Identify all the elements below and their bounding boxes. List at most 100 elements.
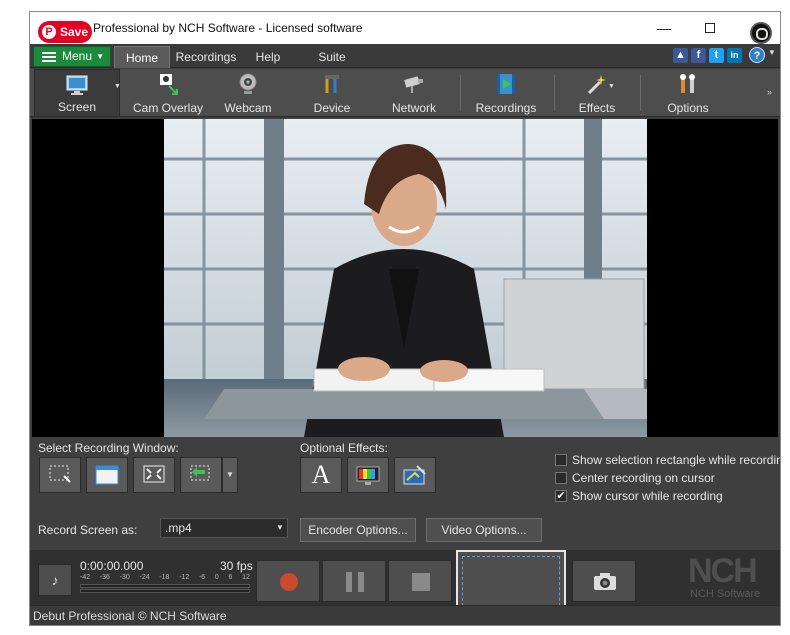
meter-tick-label: 0 (214, 574, 219, 581)
tab-label: Suite (318, 50, 346, 64)
toolbar-effects-button[interactable]: Effects (558, 69, 636, 117)
output-format-value: .mp4 (165, 521, 192, 535)
text-effect-icon: A (311, 460, 331, 489)
selection-preview[interactable] (456, 550, 566, 612)
cam-overlay-icon (160, 74, 178, 95)
color-effect-button[interactable] (347, 457, 389, 493)
maximize-button[interactable] (700, 18, 720, 38)
speaker-icon: ♪ (51, 572, 59, 588)
toolbar-screen-button[interactable]: Screen (34, 69, 120, 117)
select-region-button[interactable] (39, 457, 81, 493)
toolbar-recordings-button[interactable]: Recordings (466, 69, 546, 117)
select-previous-area-button[interactable] (180, 457, 222, 493)
meter-tick-label: -36 (99, 574, 110, 581)
meter-scale: -42 -36 -30 -24 -18 -12 -6 0 6 12 (80, 574, 250, 581)
text-caption-effect-button[interactable]: A (300, 457, 342, 493)
output-format-select[interactable]: .mp4 ▼ (160, 518, 288, 538)
select-recording-window-label: Select Recording Window: (38, 441, 179, 455)
help-icon[interactable]: ? (749, 47, 765, 63)
recording-time: 0:00:00.000 (80, 559, 144, 573)
video-effects-button[interactable] (394, 457, 436, 493)
tab-label: Recordings (175, 50, 237, 64)
camera-icon (594, 573, 616, 590)
select-window-button[interactable] (86, 457, 128, 493)
twitter-icon[interactable]: t (709, 48, 724, 63)
meter-tick-label: -12 (179, 574, 190, 581)
meter-tick-label: -24 (139, 574, 150, 581)
select-fullscreen-button[interactable] (133, 457, 175, 493)
toolbar-webcam-button[interactable]: Webcam (210, 69, 286, 117)
toolbar-divider (640, 75, 641, 111)
toolbar-label: Recordings (475, 101, 537, 115)
facebook-icon[interactable]: f (691, 48, 706, 63)
toolbar-device-button[interactable]: Device (294, 69, 370, 117)
optional-effects-label: Optional Effects: (300, 441, 388, 455)
button-label: Video Options... (441, 523, 527, 537)
preview-area (32, 119, 778, 437)
chevron-down-icon[interactable]: ▼ (114, 83, 121, 90)
hamburger-icon (42, 52, 56, 62)
record-button[interactable] (256, 560, 320, 602)
fullscreen-icon (143, 465, 165, 483)
menu-button-label: Menu (62, 49, 93, 63)
lens-icon[interactable] (750, 22, 772, 44)
toolbar-label: Effects (578, 101, 616, 115)
nch-logo-mark: NCH (688, 552, 758, 590)
select-window-dropdown[interactable]: ▼ (222, 457, 238, 493)
color-adjust-icon (356, 466, 380, 485)
button-label: Encoder Options... (308, 523, 408, 537)
menu-button[interactable]: Menu ▼ (33, 46, 111, 67)
tab-label: Help (255, 50, 281, 64)
center-recording-checkbox[interactable] (555, 472, 567, 484)
tab-suite[interactable]: Suite (310, 46, 354, 68)
chevron-down-icon[interactable]: ▼ (768, 48, 776, 57)
network-camera-icon (404, 76, 423, 93)
record-icon (280, 573, 298, 591)
minimize-button[interactable]: — (654, 18, 674, 38)
meter-tick-label: 12 (242, 574, 250, 581)
meter-bar-left (80, 584, 250, 588)
toolbar-label: Screen (57, 100, 97, 114)
volume-button[interactable]: ♪ (38, 564, 72, 596)
tab-home[interactable]: Home (114, 46, 170, 68)
tab-recordings[interactable]: Recordings (172, 46, 240, 68)
minimize-icon: — (657, 20, 671, 36)
toolbar-label: Network (391, 101, 436, 115)
linkedin-icon[interactable]: in (727, 48, 742, 63)
show-cursor-checkbox[interactable]: ✔ (555, 490, 567, 502)
pause-button[interactable] (322, 560, 386, 602)
meter-tick-label: -30 (119, 574, 130, 581)
toolbar-options-button[interactable]: Options (648, 69, 728, 117)
toolbar-more-icon[interactable]: » (767, 87, 772, 97)
device-icon (325, 75, 339, 93)
thumbs-up-icon[interactable]: ▲ (673, 48, 688, 63)
tab-label: Home (125, 51, 158, 65)
video-options-button[interactable]: Video Options... (426, 518, 542, 542)
options-icon (680, 74, 695, 93)
monitor-icon (66, 75, 88, 95)
record-screen-as-label: Record Screen as: (38, 523, 138, 537)
show-selection-rectangle-checkbox[interactable] (555, 454, 567, 466)
pinterest-save-button[interactable]: P Save (38, 21, 92, 43)
encoder-options-button[interactable]: Encoder Options... (300, 518, 416, 542)
tab-help[interactable]: Help (248, 46, 288, 68)
stop-icon (412, 573, 430, 591)
audio-level-meter: -42 -36 -30 -24 -18 -12 -6 0 6 12 (80, 574, 250, 594)
status-text: Debut Professional © NCH Software (33, 609, 227, 623)
chevron-down-icon[interactable]: ▼ (608, 83, 615, 90)
app-window: P Save Professional by NCH Software - Li… (29, 11, 781, 626)
pinterest-save-label: Save (60, 25, 89, 39)
webcam-icon (239, 73, 257, 94)
toolbar-cam-overlay-button[interactable]: Cam Overlay (126, 69, 210, 117)
snapshot-button[interactable] (572, 560, 636, 602)
toolbar-divider (460, 75, 461, 111)
stop-button[interactable] (388, 560, 452, 602)
meter-tick-label: 6 (228, 574, 233, 581)
undo-selection-icon (190, 465, 210, 481)
toolbar-network-button[interactable]: Network (376, 69, 452, 117)
window-icon (95, 465, 119, 485)
checkbox-label: Show selection rectangle while recording (572, 453, 781, 467)
nch-logo-text: NCH Software (690, 588, 761, 600)
status-bar: Debut Professional © NCH Software (30, 605, 780, 625)
transport-bar: ♪ 0:00:00.000 30 fps -42 -36 -30 -24 -18 -12-… (30, 550, 780, 612)
